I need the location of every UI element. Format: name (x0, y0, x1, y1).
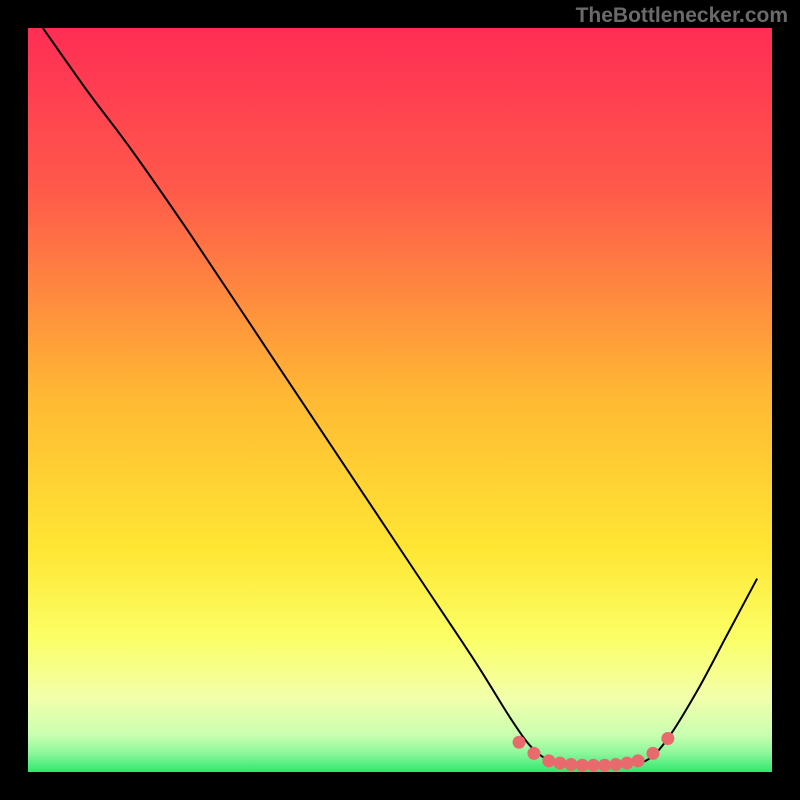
marker-dot (632, 754, 645, 767)
marker-dot (513, 736, 526, 749)
marker-dot (646, 747, 659, 760)
plot-area (28, 28, 772, 772)
marker-dot (620, 757, 633, 770)
marker-dot (587, 759, 600, 772)
marker-dot (661, 732, 674, 745)
marker-dot (542, 754, 555, 767)
marker-dot (565, 758, 578, 771)
chart-svg (28, 28, 772, 772)
marker-dot (598, 759, 611, 772)
gradient-background (28, 28, 772, 772)
watermark-text: TheBottlenecker.com (576, 4, 788, 28)
marker-dot (527, 747, 540, 760)
marker-dot (609, 758, 622, 771)
marker-dot (553, 757, 566, 770)
chart-container: TheBottlenecker.com (0, 0, 800, 800)
marker-dot (576, 759, 589, 772)
